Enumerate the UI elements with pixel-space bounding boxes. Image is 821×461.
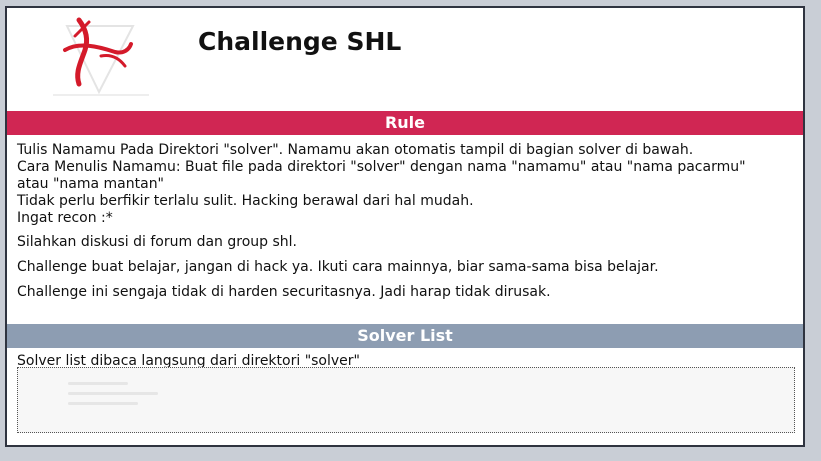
rule-line: atau "nama mantan" <box>17 176 164 192</box>
rule-line: Cara Menulis Namamu: Buat file pada dire… <box>17 159 746 175</box>
rule-heading: Rule <box>384 113 426 132</box>
site-logo-icon[interactable] <box>45 16 157 102</box>
header: Challenge SHL <box>7 8 803 108</box>
solver-heading-bar: Solver List <box>7 324 803 348</box>
window-scroll-edge <box>809 0 821 461</box>
solver-entry-placeholder <box>68 392 158 395</box>
solver-entry-placeholder <box>68 402 138 405</box>
rule-line: Ingat recon :* <box>17 210 113 226</box>
rule-line: Tidak perlu berfikir terlalu sulit. Hack… <box>17 193 474 209</box>
page-title: Challenge SHL <box>198 27 402 56</box>
rule-heading-bar: Rule <box>7 111 803 135</box>
solver-heading: Solver List <box>357 326 453 345</box>
solver-entry-placeholder <box>68 382 128 385</box>
rule-content: Tulis Namamu Pada Direktori "solver". Na… <box>7 135 803 324</box>
rule-line: Tulis Namamu Pada Direktori "solver". Na… <box>17 142 694 158</box>
rule-line: Challenge ini sengaja tidak di harden se… <box>17 284 551 300</box>
rule-line: Challenge buat belajar, jangan di hack y… <box>17 259 659 275</box>
page-container: Challenge SHL Rule Tulis Namamu Pada Dir… <box>5 6 805 447</box>
solver-list-box <box>17 367 795 433</box>
rule-line: Silahkan diskusi di forum dan group shl. <box>17 234 297 250</box>
